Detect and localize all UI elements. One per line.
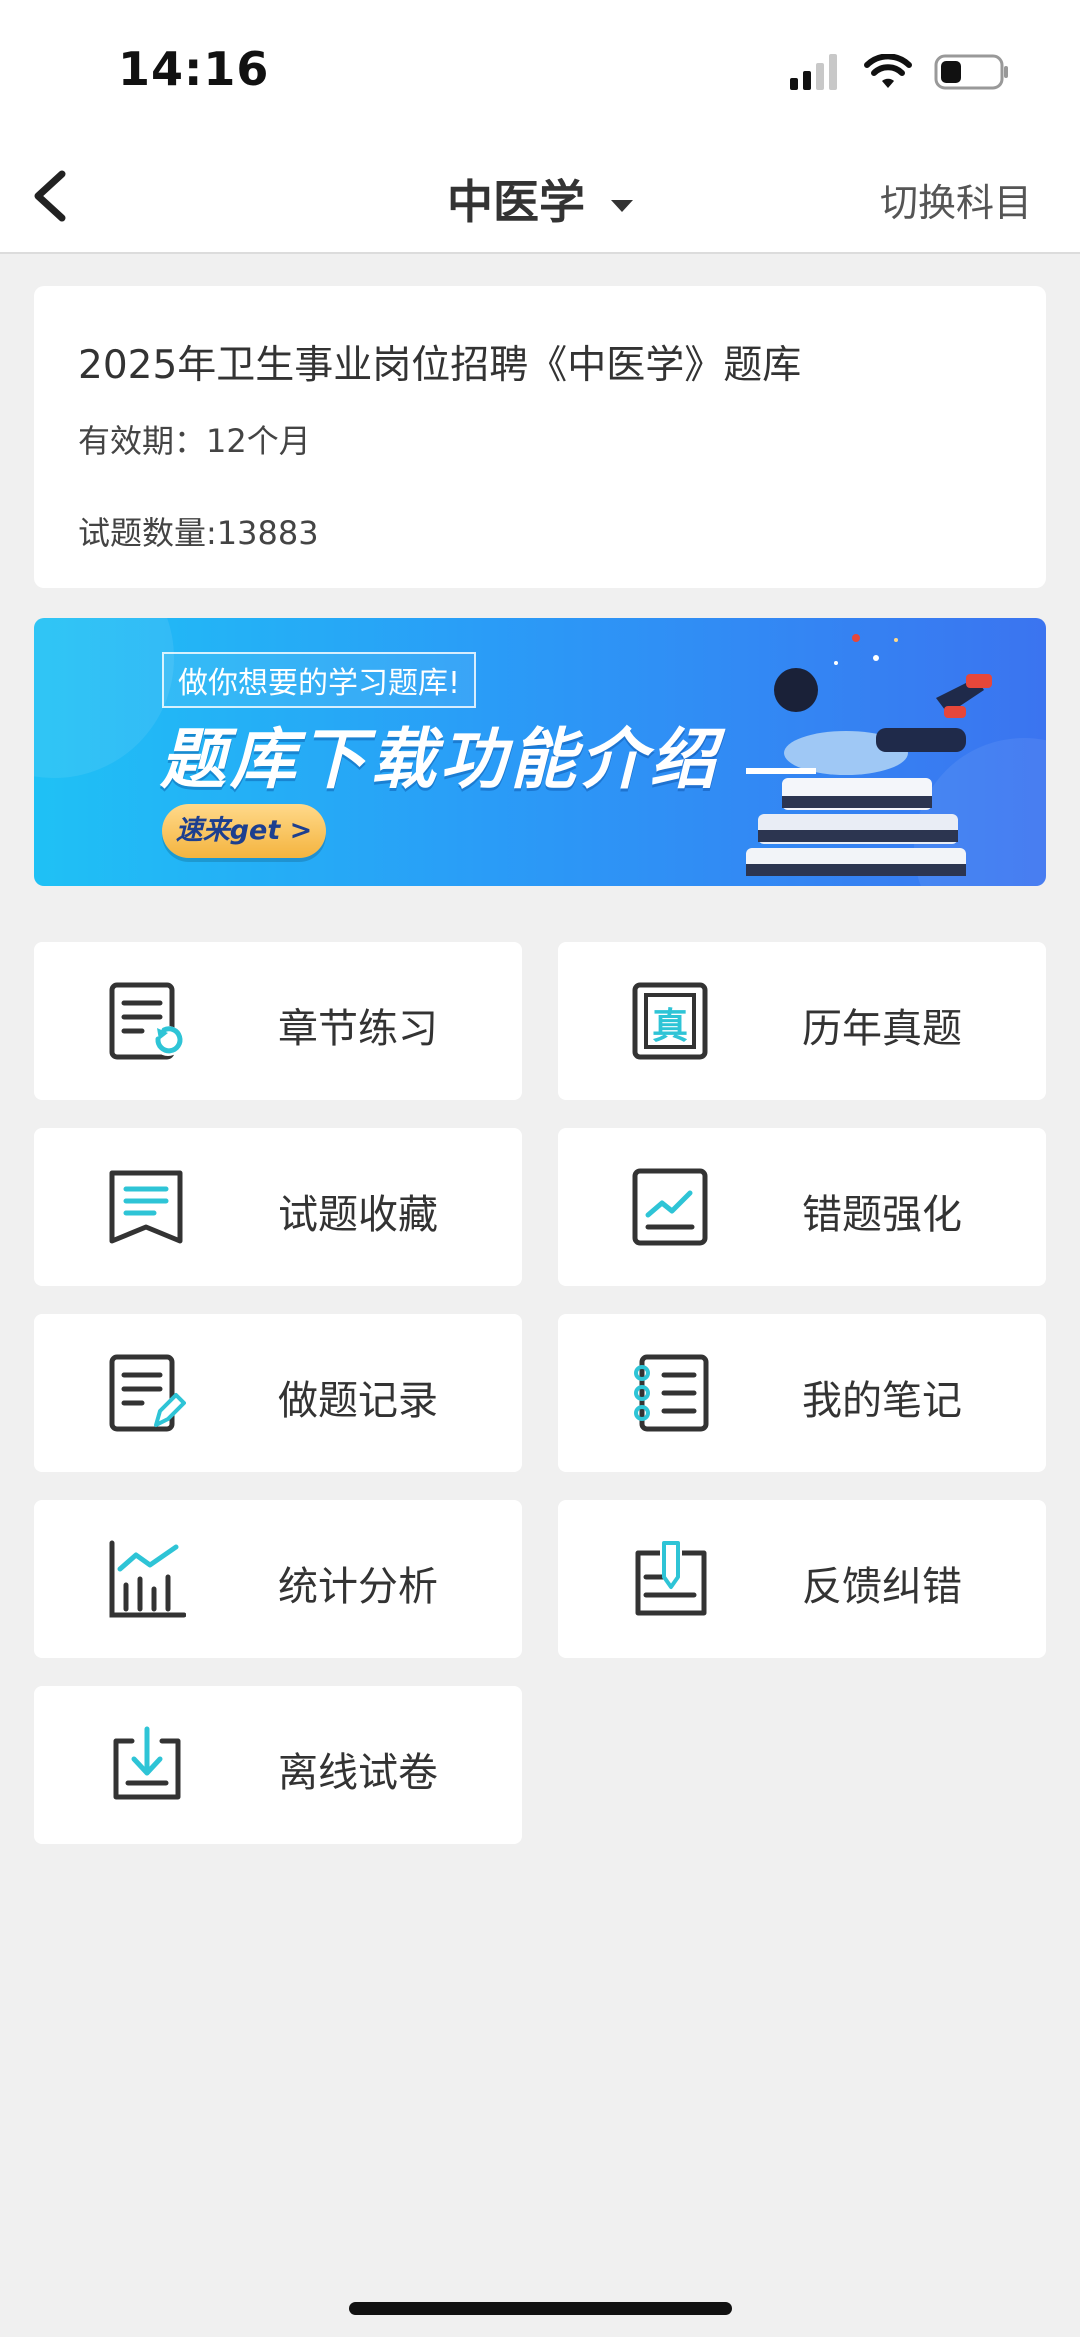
- status-icons: [790, 52, 1010, 92]
- menu-item-past-exams[interactable]: 真 历年真题: [558, 942, 1046, 1100]
- bank-title: 2025年卫生事业岗位招聘《中医学》题库: [78, 343, 802, 388]
- menu-item-label: 章节练习: [278, 1006, 438, 1052]
- record-edit-icon: [109, 1354, 186, 1432]
- menu-item-chapter-practice[interactable]: 章节练习: [34, 942, 522, 1100]
- past-exams-icon: 真: [632, 982, 708, 1060]
- banner-title: 题库下载功能介绍: [160, 721, 720, 798]
- menu-item-label: 离线试卷: [278, 1750, 438, 1796]
- mistake-trend-icon: [632, 1168, 708, 1246]
- download-tray-icon: [113, 1726, 181, 1800]
- validity-text: 有效期：12个月: [78, 422, 311, 460]
- reading-girl-books-illustration: [746, 634, 992, 876]
- notebook-icon: [634, 1354, 709, 1432]
- switch-subject-button[interactable]: 切换科目: [880, 172, 1032, 227]
- menu-item-statistics[interactable]: 统计分析: [34, 1500, 522, 1658]
- menu-item-feedback[interactable]: 反馈纠错: [558, 1500, 1046, 1658]
- bank-info-card: 2025年卫生事业岗位招聘《中医学》题库 有效期：12个月 试题数量:13883: [34, 286, 1046, 588]
- svg-text:真: 真: [652, 1006, 688, 1047]
- menu-item-offline-papers[interactable]: 离线试卷: [34, 1686, 522, 1844]
- statistics-chart-icon: [109, 1540, 186, 1618]
- menu-item-label: 试题收藏: [278, 1192, 438, 1238]
- menu-item-practice-record[interactable]: 做题记录: [34, 1314, 522, 1472]
- menu-item-label: 做题记录: [278, 1378, 438, 1424]
- status-bar: 14:16: [0, 0, 1080, 140]
- battery-icon: [934, 54, 1008, 90]
- cellular-signal-icon: [790, 54, 837, 90]
- menu-item-label: 错题强化: [802, 1192, 962, 1238]
- status-time: 14:16: [118, 42, 270, 96]
- subject-title: 中医学: [447, 175, 585, 229]
- feedback-icon: [635, 1541, 707, 1616]
- chapter-practice-icon: [109, 982, 183, 1060]
- menu-item-favorites[interactable]: 试题收藏: [34, 1128, 522, 1286]
- wifi-icon: [864, 54, 912, 88]
- menu-item-mistake-review[interactable]: 错题强化: [558, 1128, 1046, 1286]
- bookmark-icon: [109, 1170, 183, 1244]
- menu-item-label: 反馈纠错: [802, 1564, 962, 1610]
- nav-bar: 中医学 切换科目: [0, 140, 1080, 254]
- home-indicator[interactable]: [349, 2302, 732, 2315]
- banner-get-button[interactable]: 速来get >: [162, 804, 326, 858]
- menu-item-label: 统计分析: [278, 1564, 438, 1610]
- promo-banner[interactable]: 做你想要的学习题库! 题库下载功能介绍 速来get >: [34, 618, 1046, 886]
- menu-item-label: 历年真题: [802, 1006, 962, 1052]
- banner-tagline: 做你想要的学习题库!: [162, 652, 477, 708]
- caret-down-icon: [611, 199, 633, 212]
- question-count-text: 试题数量:13883: [78, 514, 319, 552]
- menu-item-my-notes[interactable]: 我的笔记: [558, 1314, 1046, 1472]
- menu-item-label: 我的笔记: [802, 1378, 962, 1424]
